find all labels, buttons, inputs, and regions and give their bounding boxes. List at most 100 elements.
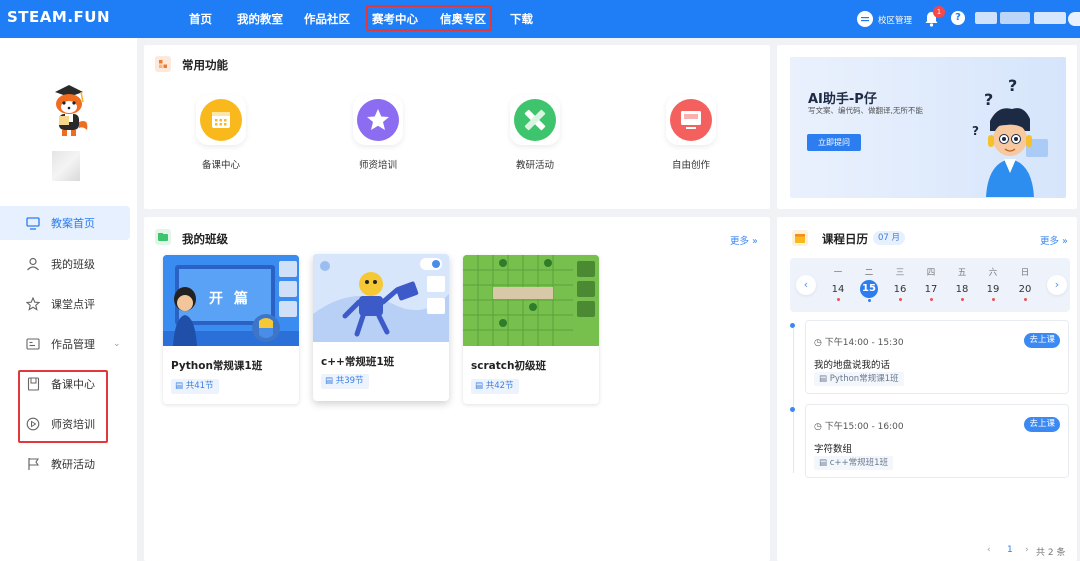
calendar-day[interactable]: 六 19 <box>983 266 1003 301</box>
class-card-scratch[interactable]: scratch初级班 ▤ 共42节 <box>463 255 599 404</box>
event-dot <box>1023 298 1027 301</box>
sidebar-item-lesson-home[interactable]: 教案首页 <box>0 206 130 240</box>
pager-current-page[interactable]: 1 <box>1007 545 1013 555</box>
next-week-arrow[interactable]: › <box>1047 275 1067 295</box>
sidebar-item-label: 我的班级 <box>51 258 95 271</box>
svg-text:?: ? <box>972 124 979 138</box>
flag-icon <box>26 457 40 471</box>
event-dot <box>867 299 871 302</box>
lesson-prep-shortcut[interactable] <box>196 95 246 145</box>
notification-badge: 1 <box>933 6 945 18</box>
event-dot <box>929 298 933 301</box>
calendar-title: 课程日历 <box>822 232 868 246</box>
sidebar-item-works-management[interactable]: 作品管理 ⌄ <box>0 327 130 361</box>
campus-icon[interactable] <box>857 11 873 27</box>
ask-now-button[interactable]: 立即提问 <box>807 134 861 151</box>
user-name-blur <box>52 151 80 181</box>
document-icon: ▤ <box>475 381 486 391</box>
lesson-count-tag: ▤ 共42节 <box>471 379 519 394</box>
calendar-event[interactable]: ◷ 下午14:00 - 15:30 去上课 我的地盘说我的话 ▤ Python常… <box>805 320 1069 394</box>
go-to-class-button[interactable]: 去上课 <box>1024 333 1060 348</box>
sidebar-item-label: 作品管理 <box>51 338 95 351</box>
nav-my-classroom[interactable]: 我的教室 <box>237 11 283 27</box>
nav-home[interactable]: 首页 <box>189 11 212 27</box>
free-creation-shortcut[interactable] <box>666 95 716 145</box>
lesson-count-tag: ▤ 共39节 <box>321 374 369 389</box>
event-name: 我的地盘说我的话 <box>814 360 891 371</box>
brand-logo[interactable]: STEAM.FUN <box>7 8 110 26</box>
clock-icon: ◷ <box>814 422 825 432</box>
class-card-python[interactable]: 开 篇 Python常规课1班 ▤ 共41节 <box>163 255 299 404</box>
document-icon: ▤ <box>175 381 186 391</box>
sidebar: 教案首页 我的班级 课堂点评 作品管理 ⌄ 备课中心 师资培训 教研活动 <box>0 38 137 561</box>
class-name[interactable]: c++常规班1班 <box>321 354 394 369</box>
svg-text:?: ? <box>1008 79 1017 95</box>
card-icon <box>26 337 40 351</box>
calendar-day[interactable]: 三 16 <box>890 266 910 301</box>
scratch-cover <box>463 255 599 346</box>
sidebar-item-label: 教研活动 <box>51 458 95 471</box>
teacher-training-shortcut[interactable] <box>353 95 403 145</box>
lesson-count: 共42节 <box>485 381 514 391</box>
calendar-day[interactable]: 四 17 <box>921 266 941 301</box>
event-name: 字符数组 <box>814 444 853 455</box>
pager-next-arrow[interactable]: › <box>1025 545 1029 555</box>
go-to-class-button[interactable]: 去上课 <box>1024 417 1060 432</box>
calendar-event[interactable]: ◷ 下午15:00 - 16:00 去上课 字符数组 ▤ c++常规班1班 <box>805 404 1069 478</box>
sidebar-item-my-classes[interactable]: 我的班级 <box>0 247 130 281</box>
teaching-research-shortcut[interactable] <box>510 95 560 145</box>
my-classes-title: 我的班级 <box>182 232 228 246</box>
sidebar-highlight-box <box>18 370 108 443</box>
event-dot <box>836 298 840 301</box>
campus-management[interactable]: 校区管理 <box>878 14 912 26</box>
class-name[interactable]: scratch初级班 <box>471 358 546 373</box>
clock-icon: ◷ <box>814 338 825 348</box>
event-time: ◷ 下午14:00 - 15:30 <box>814 335 904 348</box>
calendar-day-selected[interactable]: 二 15 <box>859 266 879 302</box>
event-class-name: c++常规班1班 <box>829 458 889 468</box>
star-icon <box>26 297 40 311</box>
timeline-dot <box>790 323 795 328</box>
folder-icon <box>155 229 171 245</box>
user-name-blur <box>975 12 997 24</box>
pager-prev-arrow[interactable]: ‹ <box>987 545 991 555</box>
calendar-day[interactable]: 五 18 <box>952 266 972 301</box>
day-number: 20 <box>1018 284 1032 295</box>
func-label[interactable]: 师资培训 <box>333 157 423 171</box>
sidebar-item-teaching-research[interactable]: 教研活动 <box>0 447 130 481</box>
lesson-count: 共39节 <box>335 376 364 386</box>
monitor-icon <box>670 99 712 141</box>
nav-community[interactable]: 作品社区 <box>304 11 350 27</box>
prev-week-arrow[interactable]: ‹ <box>796 275 816 295</box>
svg-text:?: ? <box>984 90 993 109</box>
func-label[interactable]: 教研活动 <box>490 157 580 171</box>
sidebar-item-label: 教案首页 <box>51 217 95 230</box>
event-time-text: 下午15:00 - 16:00 <box>824 422 904 432</box>
month-badge[interactable]: 07 月 <box>873 231 906 245</box>
pager-total: 共 2 条 <box>1036 548 1066 558</box>
func-label[interactable]: 备课中心 <box>176 157 266 171</box>
python-cover: 开 篇 <box>163 255 299 346</box>
timeline-line <box>793 328 794 473</box>
calendar-day[interactable]: 日 20 <box>1015 266 1035 301</box>
class-card-cpp[interactable]: c++常规班1班 ▤ 共39节 <box>313 254 449 401</box>
user-name-blur <box>1000 12 1030 24</box>
sidebar-item-label: 课堂点评 <box>51 298 95 311</box>
question-icon[interactable]: ? <box>951 11 965 25</box>
document-icon: ▤ <box>819 374 830 384</box>
nav-download[interactable]: 下载 <box>510 11 533 27</box>
weekday-label: 五 <box>957 268 967 278</box>
fox-mascot-avatar <box>45 82 93 138</box>
calendar-more-link[interactable]: 更多 » <box>1040 233 1068 247</box>
weekday-label: 三 <box>895 268 905 278</box>
class-name[interactable]: Python常规课1班 <box>171 358 262 373</box>
ai-subtitle: 写文案、编代码、做翻译,无所不能 <box>808 106 923 115</box>
avatar[interactable] <box>1068 12 1080 26</box>
calendar-day[interactable]: 一 14 <box>828 266 848 301</box>
week-strip: ‹ › 一 14 二 15 三 16 四 17 五 18 六 19 日 20 <box>790 258 1070 312</box>
ai-boy-illustration: ? ? ? <box>960 76 1060 197</box>
timeline-dot <box>790 407 795 412</box>
classes-more-link[interactable]: 更多 » <box>730 233 758 247</box>
func-label[interactable]: 自由创作 <box>646 157 736 171</box>
sidebar-item-class-review[interactable]: 课堂点评 <box>0 287 130 321</box>
